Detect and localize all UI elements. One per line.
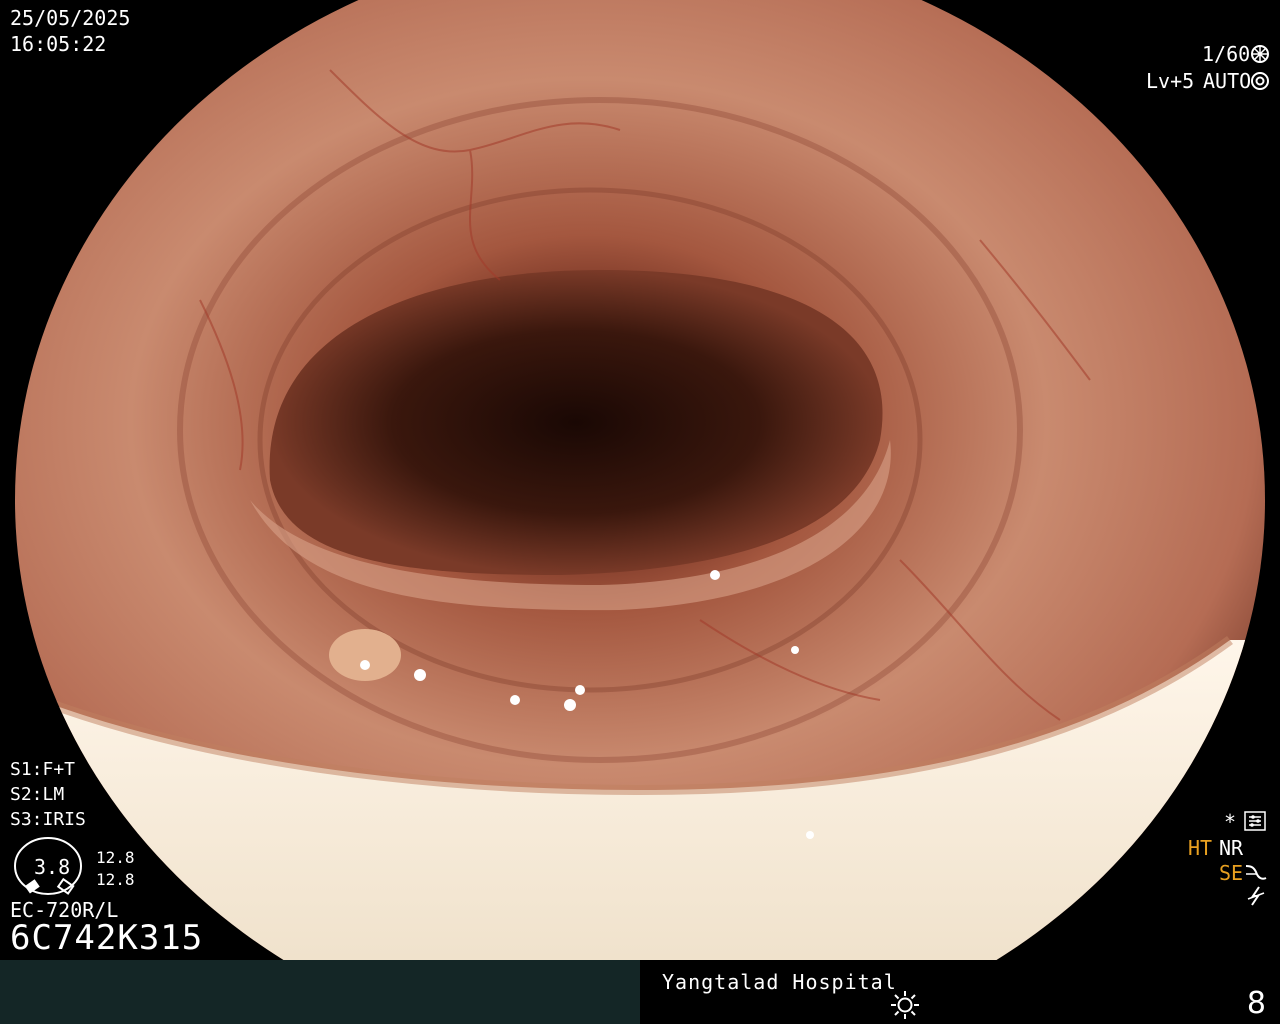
- ht-label: HT: [1188, 836, 1213, 860]
- setting-s1: S1:F+T: [10, 759, 76, 780]
- setting-s3: S3:IRIS: [10, 809, 86, 830]
- settings-icon: [1244, 811, 1266, 831]
- scope-serial: 6C742K315: [10, 918, 204, 958]
- flash-off-icon: [1247, 886, 1265, 906]
- gauge-bottom: 12.8: [96, 870, 135, 889]
- brightness-icon: [891, 991, 919, 1019]
- curve-icon: [1245, 865, 1267, 880]
- shutter-speed: 1/60: [1202, 42, 1251, 66]
- level-label: Lv+5: [1146, 69, 1195, 93]
- hospital-name: Yangtalad Hospital: [662, 970, 897, 994]
- gauge-value: 3.8: [34, 855, 71, 879]
- gauge-top: 12.8: [96, 848, 135, 867]
- time-label: 16:05:22: [10, 32, 107, 56]
- se-label: SE: [1219, 861, 1244, 885]
- auto-iris-icon: [1251, 72, 1269, 90]
- shutter-icon: [1251, 45, 1269, 63]
- footer-right-panel: Yangtalad Hospital 8: [640, 960, 1280, 1024]
- nr-label: NR: [1219, 836, 1244, 860]
- setting-s2: S2:LM: [10, 784, 65, 805]
- footer-bar: Yangtalad Hospital 8: [0, 960, 1280, 1024]
- auto-label: AUTO: [1203, 69, 1252, 93]
- page-number: 8: [1246, 986, 1266, 1021]
- footer-left-panel: [0, 960, 640, 1024]
- date-label: 25/05/2025: [10, 6, 131, 30]
- endoscope-view: [0, 0, 1280, 960]
- asterisk-label: *: [1224, 810, 1237, 834]
